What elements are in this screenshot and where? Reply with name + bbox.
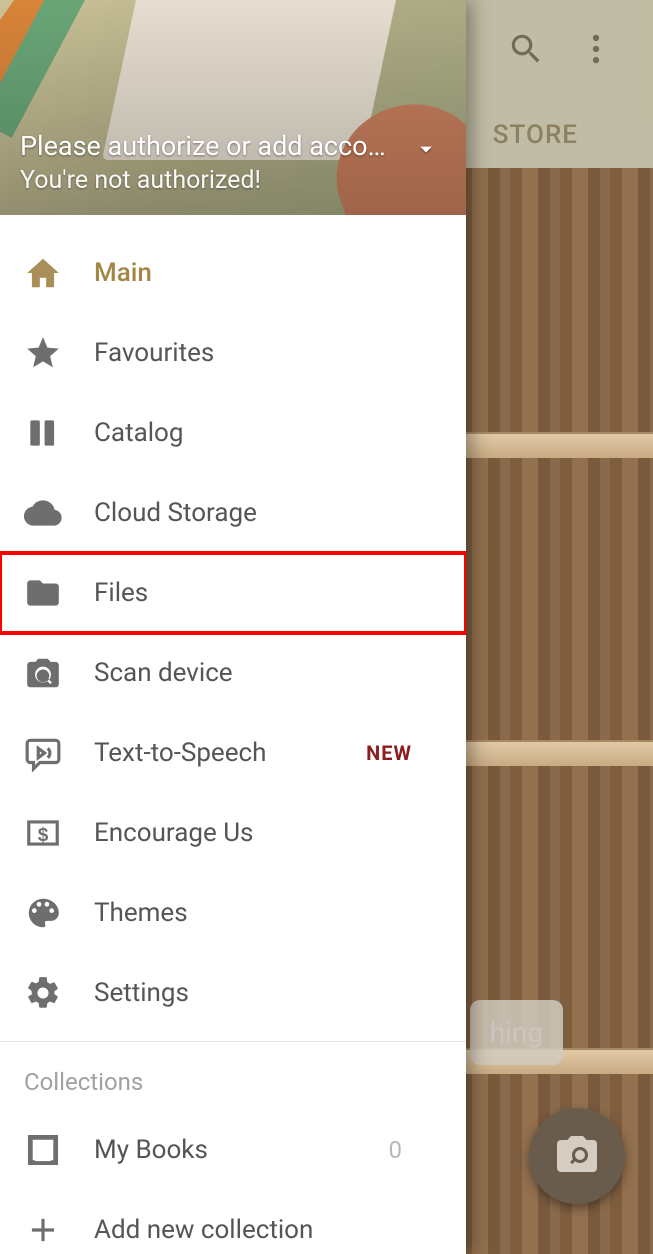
add-collection-label: Add new collection: [94, 1215, 313, 1245]
camera-search-icon: [24, 654, 94, 692]
nav-item-label: Catalog: [94, 418, 183, 448]
nav-item-label: Themes: [94, 898, 188, 928]
auth-prompt-line2: You're not authorized!: [20, 166, 396, 195]
nav-item-favourites[interactable]: Favourites: [0, 313, 466, 393]
nav-item-themes[interactable]: Themes: [0, 873, 466, 953]
drawer-menu: Main Favourites Catalog Cloud Storage Fi…: [0, 215, 466, 1254]
nav-item-files[interactable]: Files: [0, 553, 466, 633]
nav-item-label: Scan device: [94, 658, 233, 688]
books-icon: [24, 414, 94, 452]
nav-item-label: Settings: [94, 978, 189, 1008]
nav-item-tts[interactable]: Text-to-Speech NEW: [0, 713, 466, 793]
divider: [0, 1041, 466, 1042]
tab-store[interactable]: STORE: [493, 120, 578, 150]
inbox-icon: [24, 1131, 94, 1169]
nav-item-label: Favourites: [94, 338, 214, 368]
svg-text:$: $: [38, 825, 49, 846]
drawer-header[interactable]: Please authorize or add acco… You're not…: [0, 0, 466, 215]
money-icon: $: [24, 814, 94, 852]
nav-item-label: Text-to-Speech: [94, 738, 266, 768]
scan-fab-button[interactable]: [529, 1108, 625, 1204]
star-icon: [24, 334, 94, 372]
search-icon[interactable]: [507, 30, 545, 72]
speech-icon: [24, 734, 94, 772]
nav-item-settings[interactable]: Settings: [0, 953, 466, 1033]
nav-item-label: Cloud Storage: [94, 498, 257, 528]
cloud-icon: [24, 494, 94, 532]
partial-hint-text: hing: [470, 1000, 563, 1065]
camera-search-icon: [553, 1130, 601, 1182]
navigation-drawer: Please authorize or add acco… You're not…: [0, 0, 466, 1254]
new-badge: NEW: [366, 741, 412, 765]
nav-item-label: Encourage Us: [94, 818, 253, 848]
nav-item-catalog[interactable]: Catalog: [0, 393, 466, 473]
add-collection-button[interactable]: Add new collection: [0, 1190, 466, 1254]
nav-item-encourage[interactable]: $ Encourage Us: [0, 793, 466, 873]
nav-item-label: Files: [94, 578, 148, 608]
nav-item-cloud-storage[interactable]: Cloud Storage: [0, 473, 466, 553]
more-vert-icon[interactable]: [577, 30, 615, 72]
collections-section-label: Collections: [0, 1060, 466, 1110]
collection-count: 0: [389, 1136, 403, 1164]
home-icon: [24, 254, 94, 292]
palette-icon: [24, 894, 94, 932]
plus-icon: [24, 1211, 94, 1249]
auth-prompt-line1: Please authorize or add acco…: [20, 130, 396, 162]
gear-icon: [24, 974, 94, 1012]
collection-item-my-books[interactable]: My Books 0: [0, 1110, 466, 1190]
dropdown-icon[interactable]: [412, 135, 440, 167]
folder-icon: [24, 574, 94, 612]
collection-label: My Books: [94, 1135, 208, 1165]
nav-item-scan-device[interactable]: Scan device: [0, 633, 466, 713]
nav-item-label: Main: [94, 258, 152, 288]
nav-item-main[interactable]: Main: [0, 233, 466, 313]
